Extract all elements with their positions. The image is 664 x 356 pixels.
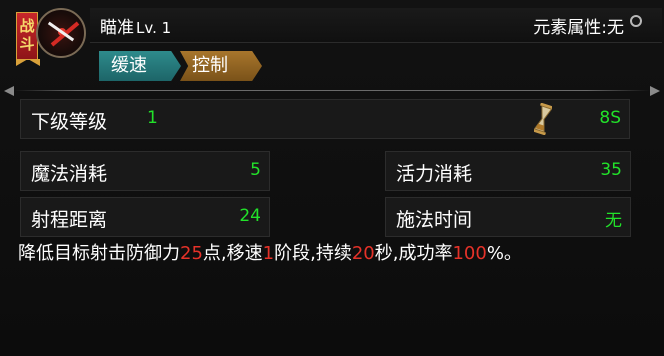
aim-skill-icon <box>36 8 86 58</box>
skill-name: 瞄准 <box>100 18 134 38</box>
next-level-row: 下级等级 1 8S <box>20 99 630 139</box>
range-label: 射程距离 <box>31 209 108 231</box>
desc-text: 秒,成功率 <box>374 243 453 264</box>
range-box: 射程距离 24 <box>20 197 270 237</box>
divider-left-cap <box>4 86 14 96</box>
skill-description: 降低目标射击防御力25点,移速1阶段,持续20秒,成功率100%。 <box>18 239 638 268</box>
divider <box>14 90 650 91</box>
element-attribute: 元素属性:无 <box>533 18 624 38</box>
tag-control: 控制 <box>180 51 262 81</box>
cast-time-value: 无 <box>605 211 622 231</box>
desc-value-success-rate: 100 <box>452 243 487 264</box>
cooldown-value: 8S <box>599 108 621 128</box>
ring-icon <box>630 15 642 27</box>
next-level-value: 1 <box>147 108 158 128</box>
vitality-cost-value: 35 <box>600 160 622 180</box>
skill-level: Lv. 1 <box>136 19 172 37</box>
desc-text: %。 <box>486 243 522 264</box>
desc-text: 阶段,持续 <box>274 243 352 264</box>
next-level-label: 下级等级 <box>31 111 108 133</box>
range-value: 24 <box>239 206 261 226</box>
battle-badge-text: 战斗 <box>19 17 35 53</box>
skill-tooltip-panel: 战斗 瞄准 Lv. 1 元素属性:无 缓速 控制 下级等级 1 8S 魔法消耗 5… <box>0 0 664 356</box>
skill-title: 瞄准 Lv. 1 <box>100 13 171 38</box>
desc-text: 点,移速 <box>202 243 263 264</box>
desc-value-defense: 25 <box>180 243 203 264</box>
mana-cost-box: 魔法消耗 5 <box>20 151 270 191</box>
cast-time-box: 施法时间 无 <box>385 197 631 237</box>
vitality-cost-label: 活力消耗 <box>396 163 473 185</box>
tag-slow: 缓速 <box>99 51 181 81</box>
divider-right-cap <box>650 86 660 96</box>
battle-badge: 战斗 <box>16 12 40 66</box>
vitality-cost-box: 活力消耗 35 <box>385 151 631 191</box>
mana-cost-value: 5 <box>250 160 261 180</box>
desc-value-stage: 1 <box>262 243 275 264</box>
cast-time-label: 施法时间 <box>396 209 473 231</box>
desc-text: 降低目标射击防御力 <box>18 243 180 264</box>
desc-value-duration: 20 <box>351 243 375 264</box>
hourglass-icon <box>534 103 552 135</box>
mana-cost-label: 魔法消耗 <box>31 163 108 185</box>
